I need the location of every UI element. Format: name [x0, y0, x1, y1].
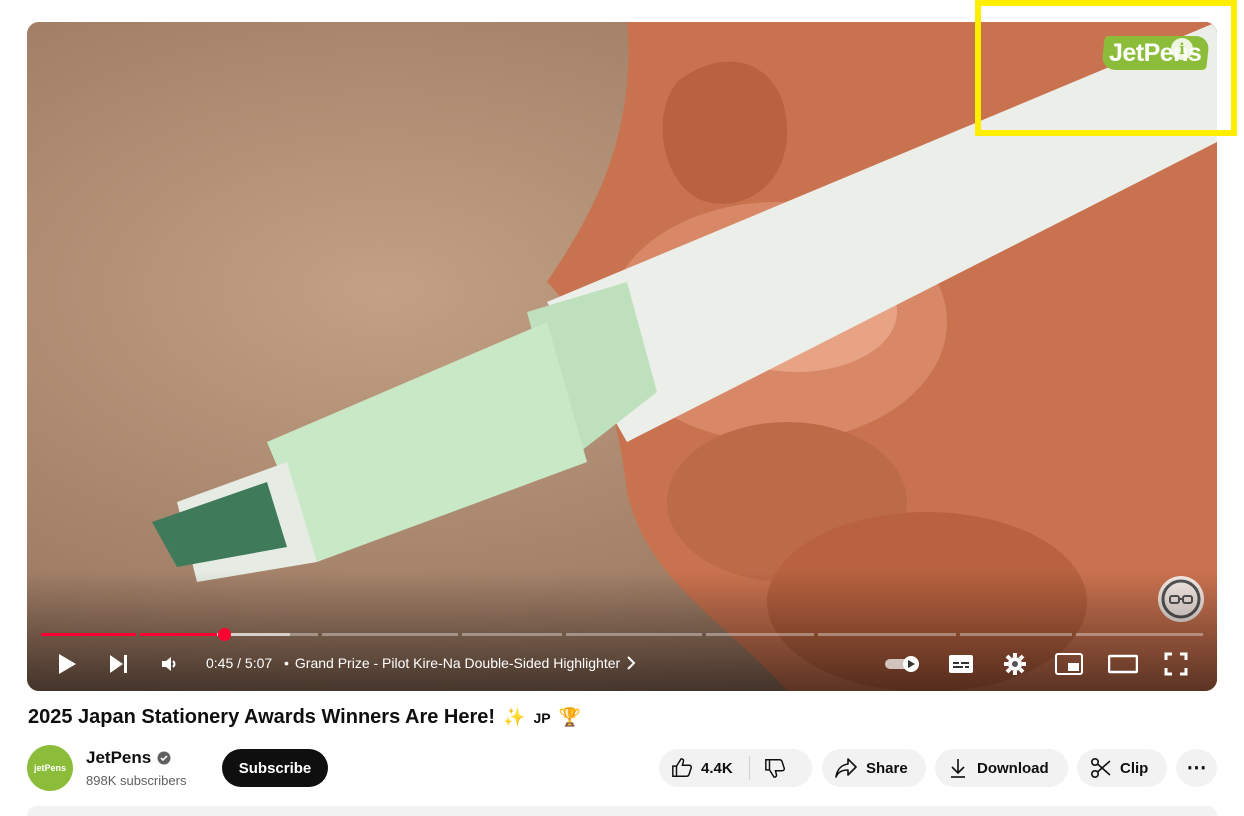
- channel-avatar[interactable]: jetPens: [27, 745, 73, 791]
- chapter-segment[interactable]: [1076, 633, 1203, 636]
- autoplay-toggle[interactable]: [883, 650, 923, 678]
- gear-icon: [1004, 653, 1026, 675]
- autoplay-toggle-icon: [885, 656, 919, 672]
- jp-flag-label: JP: [533, 709, 551, 726]
- video-title: 2025 Japan Stationery Awards Winners Are…: [28, 706, 581, 729]
- chapter-segment[interactable]: [41, 633, 136, 636]
- subscriber-count: 898K subscribers: [86, 773, 187, 788]
- channel-branding-logo[interactable]: JetPens: [1101, 36, 1210, 70]
- play-button[interactable]: [55, 650, 79, 678]
- more-horizontal-icon: ⋯: [1186, 757, 1207, 779]
- mute-button[interactable]: [159, 650, 181, 678]
- chapter-segment[interactable]: [960, 633, 1072, 636]
- video-player[interactable]: JetPens i 0:45 / 5:07 • Grand Prize - Pi…: [27, 22, 1217, 691]
- download-button[interactable]: Download: [935, 749, 1068, 787]
- play-icon: [59, 654, 76, 674]
- channel-name-link[interactable]: JetPens: [86, 748, 171, 768]
- progress-bar[interactable]: [41, 628, 1203, 641]
- thumbs-down-icon: [764, 759, 785, 778]
- avatar-text: jetPens: [33, 763, 66, 773]
- dislike-button[interactable]: [750, 749, 800, 787]
- sparkles-icon: ✨: [503, 707, 526, 727]
- verified-check-icon: [157, 751, 171, 765]
- fullscreen-icon: [1164, 652, 1188, 676]
- chapter-title-button[interactable]: • Grand Prize - Pilot Kire-Na Double-Sid…: [284, 655, 636, 671]
- info-icon[interactable]: i: [1171, 38, 1193, 60]
- chapter-segment[interactable]: [818, 633, 956, 636]
- subtitles-button[interactable]: [947, 650, 975, 678]
- theater-mode-icon: [1108, 654, 1138, 674]
- chapter-segment[interactable]: [322, 633, 458, 636]
- miniplayer-icon: [1055, 653, 1083, 675]
- subtitles-icon: [949, 655, 973, 673]
- chapter-segment[interactable]: [462, 633, 562, 636]
- subscribe-button[interactable]: Subscribe: [222, 749, 328, 787]
- time-display: 0:45 / 5:07: [206, 655, 273, 671]
- trophy-icon: 🏆: [558, 707, 582, 727]
- share-label: Share: [866, 759, 908, 777]
- like-button[interactable]: 4.4K: [659, 749, 749, 787]
- chapter-title: Grand Prize - Pilot Kire-Na Double-Sided…: [294, 655, 621, 671]
- share-button[interactable]: Share: [822, 749, 926, 787]
- chapter-bullet: •: [284, 655, 289, 671]
- more-actions-button[interactable]: ⋯: [1176, 749, 1217, 787]
- skip-next-icon: [110, 655, 127, 673]
- settings-button[interactable]: [1002, 650, 1028, 678]
- chevron-right-icon: [627, 656, 636, 670]
- chapter-segment[interactable]: [566, 633, 702, 636]
- share-icon: [835, 758, 857, 778]
- download-icon: [951, 759, 965, 778]
- video-title-text: 2025 Japan Stationery Awards Winners Are…: [28, 706, 496, 728]
- next-button[interactable]: [107, 650, 131, 678]
- like-count: 4.4K: [701, 759, 733, 777]
- clip-button[interactable]: Clip: [1077, 749, 1167, 787]
- channel-name: JetPens: [86, 748, 152, 767]
- controls-overlay: [27, 571, 1217, 691]
- like-dislike-group: 4.4K: [659, 749, 812, 787]
- download-label: Download: [977, 759, 1049, 777]
- miniplayer-button[interactable]: [1054, 650, 1084, 678]
- fullscreen-button[interactable]: [1163, 650, 1189, 678]
- description-box[interactable]: [27, 806, 1217, 816]
- volume-icon: [162, 657, 176, 671]
- scissors-icon: [1090, 757, 1111, 779]
- thumbs-up-icon: [672, 758, 693, 777]
- scrubber-handle[interactable]: [218, 628, 231, 641]
- chapter-segment[interactable]: [706, 633, 814, 636]
- theater-mode-button[interactable]: [1107, 650, 1139, 678]
- clip-label: Clip: [1120, 759, 1149, 777]
